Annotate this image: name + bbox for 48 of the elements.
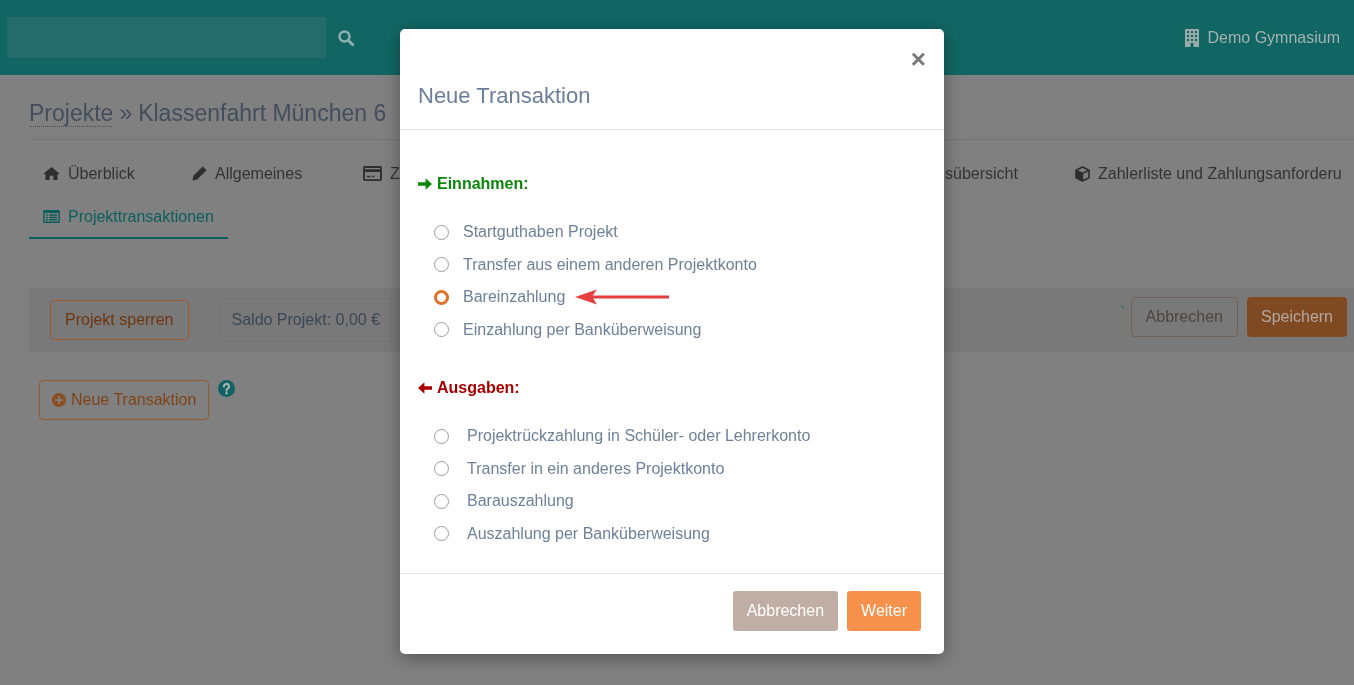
dialog-title: Neue Transaktion: [418, 82, 592, 110]
option-label[interactable]: Projektrückzahlung in Schüler- oder Lehrerkonto: [467, 424, 811, 449]
option-label[interactable]: Barauszahlung: [467, 489, 574, 514]
option-label[interactable]: Startguthaben Projekt: [463, 220, 618, 245]
tab[interactable]: Z: [363, 153, 400, 196]
next-button[interactable]: Weiter: [847, 591, 921, 631]
save-button[interactable]: Speichern: [1246, 297, 1347, 337]
lock-button[interactable]: Projekt sperren: [50, 300, 189, 340]
option-label[interactable]: Transfer in ein anderes Projektkonto: [467, 456, 725, 481]
cancel-button[interactable]: Abbrechen: [732, 591, 839, 631]
breadcrumb-separator: »: [119, 99, 133, 128]
home-icon: [43, 167, 60, 180]
tab[interactable]: Zahlerliste und Zahlungsanforderu: [1075, 153, 1342, 196]
section-heading: Ausgaben:: [437, 378, 520, 398]
list-icon: [43, 210, 60, 223]
search-icon[interactable]: [338, 29, 354, 46]
section-heading: Einnahmen:: [437, 174, 529, 194]
credit-card-icon: [363, 166, 382, 181]
balance-display: Saldo Projekt: 0,00 €: [219, 298, 393, 342]
option-label[interactable]: Bareinzahlung: [463, 285, 566, 310]
radio-button[interactable]: [434, 461, 449, 477]
cancel-button[interactable]: Abbrechen: [1130, 297, 1238, 337]
close-button[interactable]: ×: [910, 48, 926, 70]
radio-button[interactable]: [434, 493, 449, 509]
tab[interactable]: sübersicht: [945, 153, 1018, 196]
building-icon: [1184, 28, 1199, 47]
page-title: Klassenfahrt München 6: [138, 99, 387, 128]
radio-button[interactable]: [434, 224, 449, 240]
school-name[interactable]: Demo Gymnasium: [1207, 27, 1340, 48]
new-transaction-button[interactable]: Neue Transaktion: [39, 380, 210, 420]
option-label[interactable]: Transfer aus einem anderen Projektkonto: [463, 252, 757, 277]
radio-button[interactable]: [434, 322, 449, 338]
radio-button[interactable]: [434, 257, 449, 273]
help-icon[interactable]: [218, 380, 236, 397]
radio-button[interactable]: [434, 428, 449, 444]
arrow-left-icon: [418, 381, 432, 395]
arrow-right-icon: [418, 177, 432, 191]
breadcrumb-link[interactable]: Projekte: [29, 97, 114, 129]
option-label[interactable]: Auszahlung per Banküberweisung: [467, 521, 710, 546]
radio-button[interactable]: [434, 289, 449, 305]
mark-icon: [1120, 305, 1124, 309]
pencil-icon: [192, 166, 207, 181]
tab[interactable]: Projekttransaktionen: [29, 196, 228, 239]
radio-button[interactable]: [434, 526, 449, 542]
option-label[interactable]: Einzahlung per Banküberweisung: [463, 317, 702, 342]
cube-icon: [1075, 165, 1090, 182]
tab[interactable]: Überblick: [43, 153, 135, 196]
tab[interactable]: Allgemeines: [192, 153, 303, 196]
